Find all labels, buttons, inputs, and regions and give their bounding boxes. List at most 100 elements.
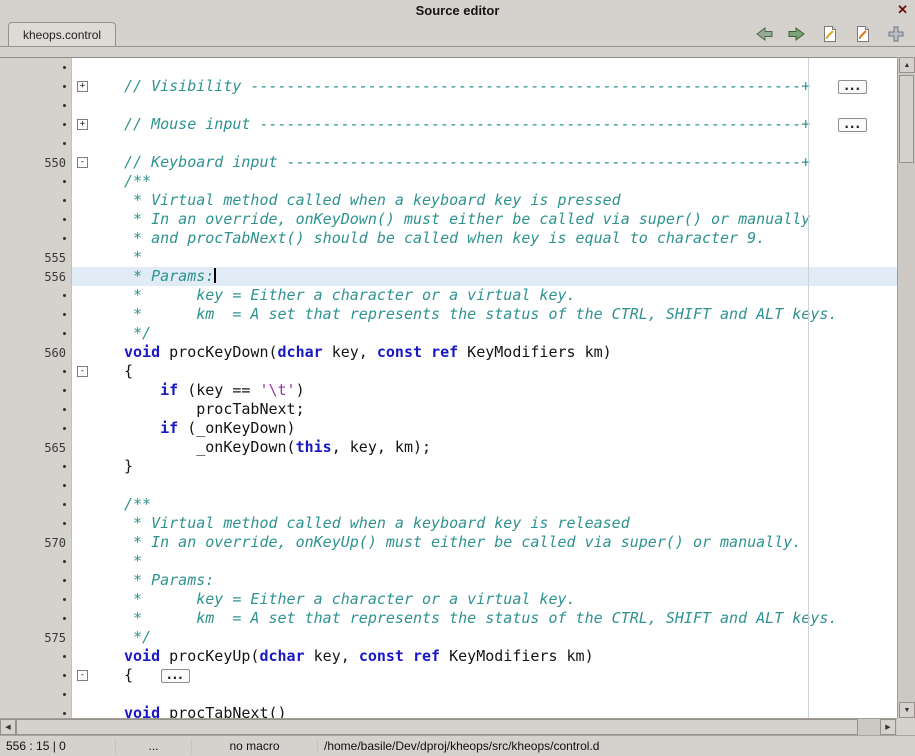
close-icon[interactable]: ✕ — [897, 2, 908, 18]
line-number-gutter: 555 — [0, 248, 72, 267]
code-line[interactable]: * Virtual method called when a keyboard … — [0, 191, 897, 210]
code-text[interactable]: * km = A set that represents the status … — [98, 305, 897, 324]
code-text[interactable]: /** — [98, 495, 897, 514]
code-line[interactable]: + // Mouse input ------------------------… — [0, 115, 897, 134]
code-text[interactable]: void procTabNext() — [98, 704, 897, 718]
code-line[interactable] — [0, 685, 897, 704]
code-line[interactable]: * key = Either a character or a virtual … — [0, 590, 897, 609]
vertical-scrollbar[interactable]: ▲ ▼ — [897, 57, 915, 718]
code-line[interactable]: */ — [0, 324, 897, 343]
code-line[interactable]: } — [0, 457, 897, 476]
fold-collapse-icon[interactable]: - — [77, 157, 88, 168]
horizontal-scroll-thumb[interactable] — [16, 719, 858, 735]
horizontal-scrollbar[interactable]: ◀ ▶ — [0, 718, 897, 735]
code-line[interactable]: 565 _onKeyDown(this, key, km); — [0, 438, 897, 457]
code-text[interactable]: _onKeyDown(this, key, km); — [98, 438, 897, 457]
code-line[interactable]: * km = A set that represents the status … — [0, 609, 897, 628]
fold-expand-icon[interactable]: + — [77, 119, 88, 130]
code-line[interactable]: if (key == '\t') — [0, 381, 897, 400]
fold-collapse-icon[interactable]: - — [77, 670, 88, 681]
line-number-gutter — [0, 305, 72, 324]
code-text[interactable]: * key = Either a character or a virtual … — [98, 590, 897, 609]
code-text[interactable]: * In an override, onKeyUp() must either … — [98, 533, 897, 552]
code-line[interactable]: procTabNext; — [0, 400, 897, 419]
code-line[interactable]: * — [0, 552, 897, 571]
code-line[interactable]: * km = A set that represents the status … — [0, 305, 897, 324]
code-text[interactable]: { — [98, 362, 897, 381]
forward-button[interactable] — [786, 23, 808, 45]
code-line[interactable]: 556 * Params: — [0, 267, 897, 286]
code-line[interactable]: 550-// Keyboard input ------------------… — [0, 153, 897, 172]
code-text[interactable] — [98, 476, 897, 495]
fold-expand-icon[interactable]: + — [77, 81, 88, 92]
code-line[interactable]: /** — [0, 495, 897, 514]
code-text[interactable] — [98, 685, 897, 704]
code-text[interactable]: * — [98, 248, 897, 267]
code-line[interactable]: * In an override, onKeyDown() must eithe… — [0, 210, 897, 229]
code-text[interactable]: void procKeyUp(dchar key, const ref KeyM… — [98, 647, 897, 666]
code-line[interactable]: 555 * — [0, 248, 897, 267]
detach-button[interactable] — [885, 23, 907, 45]
code-text[interactable] — [98, 58, 897, 77]
code-line[interactable] — [0, 58, 897, 77]
vertical-scroll-thumb[interactable] — [899, 75, 914, 163]
code-line[interactable] — [0, 134, 897, 153]
code-text[interactable]: * Virtual method called when a keyboard … — [98, 191, 897, 210]
code-line[interactable]: + // Visibility -------------------------… — [0, 77, 897, 96]
folded-code-ellipsis[interactable]: ... — [838, 80, 867, 94]
code-text[interactable]: {... — [98, 666, 897, 685]
code-line[interactable]: 570 * In an override, onKeyUp() must eit… — [0, 533, 897, 552]
code-text[interactable] — [98, 96, 897, 115]
scroll-right-button[interactable]: ▶ — [880, 719, 896, 735]
code-text[interactable] — [98, 134, 897, 153]
code-line[interactable]: * and procTabNext() should be called whe… — [0, 229, 897, 248]
line-dot — [63, 503, 66, 506]
code-text[interactable]: // Keyboard input ----------------------… — [98, 153, 897, 172]
code-text[interactable]: * Virtual method called when a keyboard … — [98, 514, 897, 533]
code-line[interactable] — [0, 476, 897, 495]
code-text[interactable]: * km = A set that represents the status … — [98, 609, 897, 628]
code-line[interactable]: /** — [0, 172, 897, 191]
code-text[interactable]: procTabNext; — [98, 400, 897, 419]
folded-code-ellipsis[interactable]: ... — [838, 118, 867, 132]
code-line[interactable]: * Params: — [0, 571, 897, 590]
code-editor[interactable]: + // Visibility -------------------------… — [0, 57, 897, 718]
code-line[interactable]: * key = Either a character or a virtual … — [0, 286, 897, 305]
scroll-down-button[interactable]: ▼ — [899, 702, 915, 718]
scroll-left-button[interactable]: ◀ — [0, 719, 16, 735]
fold-column: - — [72, 666, 98, 685]
code-text[interactable]: * In an override, onKeyDown() must eithe… — [98, 210, 897, 229]
code-line[interactable]: 560void procKeyDown(dchar key, const ref… — [0, 343, 897, 362]
code-segment-kw: dchar — [259, 647, 304, 665]
code-text[interactable]: // Visibility --------------------------… — [98, 77, 897, 96]
code-text[interactable]: /** — [98, 172, 897, 191]
code-text[interactable]: */ — [98, 324, 897, 343]
code-text[interactable]: if (_onKeyDown) — [98, 419, 897, 438]
code-text[interactable]: * Params: — [98, 267, 897, 286]
code-text[interactable]: */ — [98, 628, 897, 647]
code-text[interactable]: if (key == '\t') — [98, 381, 897, 400]
code-line[interactable]: * Virtual method called when a keyboard … — [0, 514, 897, 533]
document-button[interactable] — [819, 23, 841, 45]
scroll-up-button[interactable]: ▲ — [899, 57, 915, 73]
code-line[interactable]: -{... — [0, 666, 897, 685]
folded-code-ellipsis[interactable]: ... — [161, 669, 190, 683]
code-text[interactable]: // Mouse input -------------------------… — [98, 115, 897, 134]
code-line[interactable]: if (_onKeyDown) — [0, 419, 897, 438]
code-line[interactable]: void procKeyUp(dchar key, const ref KeyM… — [0, 647, 897, 666]
code-line[interactable] — [0, 96, 897, 115]
code-line[interactable]: void procTabNext() — [0, 704, 897, 718]
back-button[interactable] — [753, 23, 775, 45]
code-text[interactable]: * and procTabNext() should be called whe… — [98, 229, 897, 248]
code-text[interactable]: * — [98, 552, 897, 571]
tab-kheops-control[interactable]: kheops.control — [8, 22, 116, 46]
code-text[interactable]: * Params: — [98, 571, 897, 590]
line-number-gutter — [0, 400, 72, 419]
code-text[interactable]: void procKeyDown(dchar key, const ref Ke… — [98, 343, 897, 362]
code-text[interactable]: * key = Either a character or a virtual … — [98, 286, 897, 305]
code-line[interactable]: 575 */ — [0, 628, 897, 647]
fold-collapse-icon[interactable]: - — [77, 366, 88, 377]
document-alt-button[interactable] — [852, 23, 874, 45]
code-text[interactable]: } — [98, 457, 897, 476]
code-line[interactable]: -{ — [0, 362, 897, 381]
